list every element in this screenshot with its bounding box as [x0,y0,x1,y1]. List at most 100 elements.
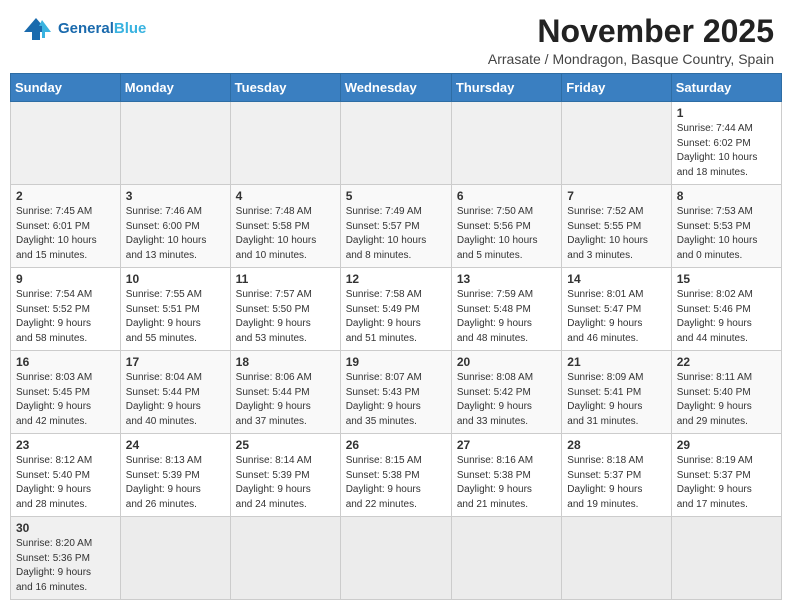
day-number: 30 [16,521,115,535]
day-info: Sunrise: 7:57 AM Sunset: 5:50 PM Dayligh… [236,288,335,346]
calendar-week-2: 2 Sunrise: 7:45 AM Sunset: 6:01 PM Daylig… [11,185,782,268]
calendar-day: 19 Sunrise: 8:07 AM Sunset: 5:43 PM Dayli… [340,351,451,434]
day-number: 4 [236,189,335,203]
calendar-day: 1 Sunrise: 7:44 AM Sunset: 6:02 PM Daylig… [671,102,781,185]
calendar-day: 24 Sunrise: 8:13 AM Sunset: 5:39 PM Dayli… [120,434,230,517]
logo-blue: Blue [114,20,147,37]
calendar-day [120,517,230,600]
calendar-day [230,517,340,600]
day-number: 13 [457,272,556,286]
calendar-day: 9Sunrise: 7:54 AM Sunset: 5:52 PM Daylig… [11,268,121,351]
day-number: 24 [126,438,225,452]
col-header-friday: Friday [562,74,671,102]
day-info: Sunrise: 8:08 AM Sunset: 5:42 PM Dayligh… [457,371,556,429]
calendar-title: November 2025 [488,14,774,49]
day-number: 1 [677,106,776,120]
col-header-saturday: Saturday [671,74,781,102]
day-info: Sunrise: 8:07 AM Sunset: 5:43 PM Dayligh… [346,371,446,429]
day-info: Sunrise: 8:19 AM Sunset: 5:37 PM Dayligh… [677,454,776,512]
day-number: 11 [236,272,335,286]
calendar-day [230,102,340,185]
calendar-day: 3Sunrise: 7:46 AM Sunset: 6:00 PM Daylig… [120,185,230,268]
day-info: Sunrise: 7:44 AM Sunset: 6:02 PM Dayligh… [677,122,776,180]
calendar-day: 8Sunrise: 7:53 AM Sunset: 5:53 PM Daylig… [671,185,781,268]
calendar-day: 11 Sunrise: 7:57 AM Sunset: 5:50 PM Dayli… [230,268,340,351]
day-number: 25 [236,438,335,452]
day-number: 27 [457,438,556,452]
logo: GeneralBlue [18,14,146,44]
day-number: 2 [16,189,115,203]
day-info: Sunrise: 7:58 AM Sunset: 5:49 PM Dayligh… [346,288,446,346]
col-header-tuesday: Tuesday [230,74,340,102]
day-info: Sunrise: 7:49 AM Sunset: 5:57 PM Dayligh… [346,205,446,263]
calendar-day: 27 Sunrise: 8:16 AM Sunset: 5:38 PM Dayli… [451,434,561,517]
day-info: Sunrise: 8:16 AM Sunset: 5:38 PM Dayligh… [457,454,556,512]
calendar-day: 2 Sunrise: 7:45 AM Sunset: 6:01 PM Daylig… [11,185,121,268]
calendar-header: SundayMondayTuesdayWednesdayThursdayFrid… [11,74,782,102]
day-info: Sunrise: 8:03 AM Sunset: 5:45 PM Dayligh… [16,371,115,429]
calendar-day [11,102,121,185]
day-number: 12 [346,272,446,286]
day-number: 19 [346,355,446,369]
col-header-wednesday: Wednesday [340,74,451,102]
calendar-day: 15 Sunrise: 8:02 AM Sunset: 5:46 PM Dayli… [671,268,781,351]
calendar-table: SundayMondayTuesdayWednesdayThursdayFrid… [10,73,782,600]
day-info: Sunrise: 8:02 AM Sunset: 5:46 PM Dayligh… [677,288,776,346]
calendar-day: 10 Sunrise: 7:55 AM Sunset: 5:51 PM Dayli… [120,268,230,351]
day-info: Sunrise: 7:54 AM Sunset: 5:52 PM Dayligh… [16,288,115,346]
calendar-week-3: 9Sunrise: 7:54 AM Sunset: 5:52 PM Daylig… [11,268,782,351]
calendar-day: 22Sunrise: 8:11 AM Sunset: 5:40 PM Dayli… [671,351,781,434]
day-info: Sunrise: 8:14 AM Sunset: 5:39 PM Dayligh… [236,454,335,512]
day-info: Sunrise: 7:50 AM Sunset: 5:56 PM Dayligh… [457,205,556,263]
calendar-subtitle: Arrasate / Mondragon, Basque Country, Sp… [488,51,774,67]
calendar-day: 29 Sunrise: 8:19 AM Sunset: 5:37 PM Dayli… [671,434,781,517]
logo-icon [18,14,54,44]
calendar-day [451,102,561,185]
calendar-day [451,517,561,600]
day-number: 15 [677,272,776,286]
calendar-day [340,517,451,600]
calendar-day [562,517,671,600]
calendar-day: 17Sunrise: 8:04 AM Sunset: 5:44 PM Dayli… [120,351,230,434]
calendar-body: 1 Sunrise: 7:44 AM Sunset: 6:02 PM Daylig… [11,102,782,600]
col-header-sunday: Sunday [11,74,121,102]
header-row: SundayMondayTuesdayWednesdayThursdayFrid… [11,74,782,102]
day-info: Sunrise: 7:53 AM Sunset: 5:53 PM Dayligh… [677,205,776,263]
day-number: 10 [126,272,225,286]
day-number: 6 [457,189,556,203]
calendar-week-1: 1 Sunrise: 7:44 AM Sunset: 6:02 PM Daylig… [11,102,782,185]
day-number: 14 [567,272,665,286]
day-info: Sunrise: 7:48 AM Sunset: 5:58 PM Dayligh… [236,205,335,263]
day-info: Sunrise: 7:55 AM Sunset: 5:51 PM Dayligh… [126,288,225,346]
calendar-day [562,102,671,185]
day-info: Sunrise: 8:06 AM Sunset: 5:44 PM Dayligh… [236,371,335,429]
day-number: 26 [346,438,446,452]
calendar-day: 13Sunrise: 7:59 AM Sunset: 5:48 PM Dayli… [451,268,561,351]
calendar-day: 18 Sunrise: 8:06 AM Sunset: 5:44 PM Dayli… [230,351,340,434]
day-number: 18 [236,355,335,369]
calendar-day: 23Sunrise: 8:12 AM Sunset: 5:40 PM Dayli… [11,434,121,517]
calendar-day [671,517,781,600]
day-info: Sunrise: 8:04 AM Sunset: 5:44 PM Dayligh… [126,371,225,429]
calendar-day [120,102,230,185]
day-number: 22 [677,355,776,369]
day-info: Sunrise: 7:52 AM Sunset: 5:55 PM Dayligh… [567,205,665,263]
calendar-day: 16 Sunrise: 8:03 AM Sunset: 5:45 PM Dayli… [11,351,121,434]
day-number: 28 [567,438,665,452]
calendar-day: 20Sunrise: 8:08 AM Sunset: 5:42 PM Dayli… [451,351,561,434]
calendar-day: 14 Sunrise: 8:01 AM Sunset: 5:47 PM Dayli… [562,268,671,351]
day-number: 29 [677,438,776,452]
day-number: 16 [16,355,115,369]
col-header-thursday: Thursday [451,74,561,102]
calendar-day: 26Sunrise: 8:15 AM Sunset: 5:38 PM Dayli… [340,434,451,517]
calendar-week-5: 23Sunrise: 8:12 AM Sunset: 5:40 PM Dayli… [11,434,782,517]
day-info: Sunrise: 8:01 AM Sunset: 5:47 PM Dayligh… [567,288,665,346]
logo-general: General [58,20,114,37]
day-info: Sunrise: 8:13 AM Sunset: 5:39 PM Dayligh… [126,454,225,512]
day-number: 21 [567,355,665,369]
day-info: Sunrise: 7:45 AM Sunset: 6:01 PM Dayligh… [16,205,115,263]
day-info: Sunrise: 8:20 AM Sunset: 5:36 PM Dayligh… [16,537,115,595]
calendar-week-6: 30 Sunrise: 8:20 AM Sunset: 5:36 PM Dayli… [11,517,782,600]
calendar-day [340,102,451,185]
header: GeneralBlue November 2025 Arrasate / Mon… [0,0,792,73]
